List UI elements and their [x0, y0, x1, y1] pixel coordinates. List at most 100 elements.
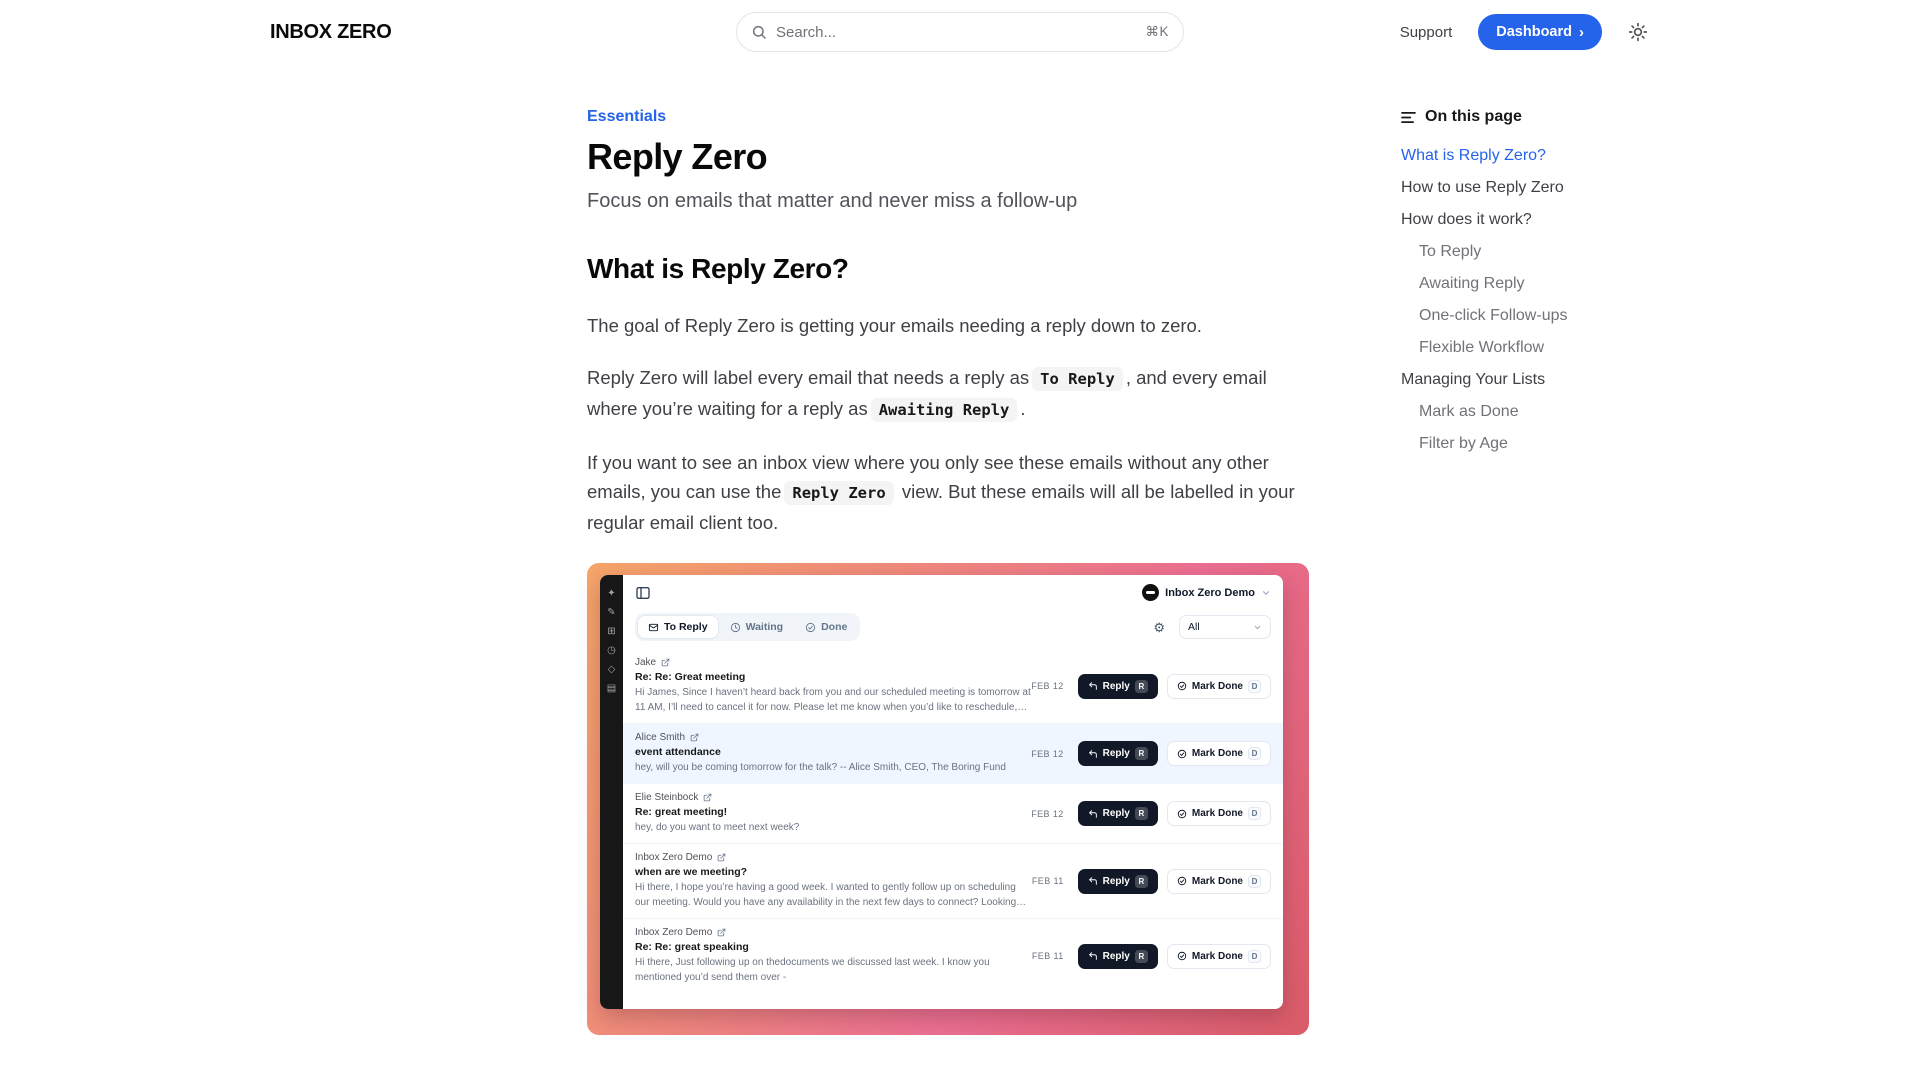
app-window: ✦ ✎ ⊞ ◷ ◇ ▤ — [600, 575, 1283, 1009]
tag-icon[interactable]: ◇ — [608, 665, 616, 675]
account-avatar — [1142, 584, 1159, 601]
email-content: Jake Re: Re: Great meeting Hi James, Sin… — [635, 657, 1031, 715]
toc-header: On this page — [1401, 108, 1691, 126]
external-link-icon[interactable] — [690, 733, 699, 742]
filter-value: All — [1188, 621, 1200, 633]
check-circle-icon — [1177, 951, 1187, 961]
search-input[interactable] — [776, 24, 1136, 41]
email-preview: Hi there, I hope you’re having a good we… — [635, 880, 1032, 910]
toc-item-how-does-it-work[interactable]: How does it work? — [1401, 210, 1691, 229]
reply-arrow-icon — [1088, 876, 1098, 886]
filter-select[interactable]: All — [1179, 615, 1271, 639]
reply-button[interactable]: Reply R — [1078, 741, 1158, 766]
tab-waiting[interactable]: Waiting — [720, 616, 794, 638]
toc-item-filter-by-age[interactable]: Filter by Age — [1401, 434, 1691, 453]
email-actions: FEB 12 Reply R Mark Done — [1031, 801, 1271, 826]
section-heading-what-is: What is Reply Zero? — [587, 253, 1309, 285]
mark-done-label: Mark Done — [1192, 748, 1243, 759]
page-title: Reply Zero — [587, 136, 1309, 178]
logo[interactable]: INBOX ZERO — [270, 21, 391, 44]
inline-code-awaiting-reply: Awaiting Reply — [871, 398, 1018, 422]
mark-done-button[interactable]: Mark Done D — [1167, 674, 1271, 699]
external-link-icon[interactable] — [717, 928, 726, 937]
support-link[interactable]: Support — [1400, 24, 1453, 41]
email-row[interactable]: Inbox Zero Demo when are we meeting? Hi … — [623, 843, 1283, 918]
compose-icon[interactable]: ✎ — [607, 608, 615, 618]
reply-button[interactable]: Reply R — [1078, 944, 1158, 969]
history-icon[interactable]: ◷ — [607, 646, 616, 656]
stats-icon[interactable]: ▤ — [607, 684, 616, 694]
mark-done-button[interactable]: Mark Done D — [1167, 741, 1271, 766]
toc-item-one-click-follow-ups[interactable]: One-click Follow-ups — [1401, 306, 1691, 325]
external-link-icon[interactable] — [661, 658, 670, 667]
app-tab-row: To Reply Waiting Done — [623, 610, 1283, 649]
inline-code-reply-zero: Reply Zero — [784, 481, 893, 505]
tab-to-reply[interactable]: To Reply — [638, 616, 718, 638]
gear-icon[interactable]: ⚙ — [1153, 621, 1165, 634]
text-run: Reply Zero will label every email that n… — [587, 367, 1029, 388]
email-date: FEB 11 — [1032, 876, 1064, 886]
tab-done[interactable]: Done — [795, 616, 857, 638]
theme-toggle-button[interactable] — [1628, 22, 1648, 42]
kbd-r: R — [1135, 680, 1148, 693]
email-row[interactable]: Elie Steinbock Re: great meeting! hey, d… — [623, 783, 1283, 843]
mail-icon — [648, 622, 659, 633]
reply-button[interactable]: Reply R — [1078, 869, 1158, 894]
reply-button[interactable]: Reply R — [1078, 674, 1158, 699]
breadcrumb[interactable]: Essentials — [587, 108, 666, 126]
paragraph-goal: The goal of Reply Zero is getting your e… — [587, 311, 1309, 340]
toc-item-awaiting-reply[interactable]: Awaiting Reply — [1401, 274, 1691, 293]
mark-done-button[interactable]: Mark Done D — [1167, 869, 1271, 894]
email-actions: FEB 11 Reply R Mark Done — [1032, 869, 1271, 894]
search-icon — [751, 24, 767, 40]
mark-done-label: Mark Done — [1192, 951, 1243, 962]
toc-item-to-reply[interactable]: To Reply — [1401, 242, 1691, 261]
app-main: Inbox Zero Demo To Reply — [623, 575, 1283, 1009]
paragraph-labels: Reply Zero will label every email that n… — [587, 363, 1309, 425]
on-this-page: On this page What is Reply Zero? How to … — [1401, 108, 1691, 466]
reply-zero-screenshot: ✦ ✎ ⊞ ◷ ◇ ▤ — [587, 563, 1309, 1035]
mark-done-button[interactable]: Mark Done D — [1167, 801, 1271, 826]
kbd-r: R — [1135, 875, 1148, 888]
account-menu[interactable]: Inbox Zero Demo — [1142, 584, 1271, 601]
email-row[interactable]: Alice Smith event attendance hey, will y… — [623, 723, 1283, 783]
toc-item-how-to-use[interactable]: How to use Reply Zero — [1401, 178, 1691, 197]
email-subject: Re: great meeting! — [635, 806, 1031, 818]
kbd-r: R — [1135, 950, 1148, 963]
reply-label: Reply — [1103, 808, 1130, 819]
email-sender: Alice Smith — [635, 732, 685, 743]
toc-item-what-is-reply-zero[interactable]: What is Reply Zero? — [1401, 146, 1691, 165]
toc-item-flexible-workflow[interactable]: Flexible Workflow — [1401, 338, 1691, 357]
reply-button[interactable]: Reply R — [1078, 801, 1158, 826]
external-link-icon[interactable] — [703, 793, 712, 802]
email-preview: hey, do you want to meet next week? — [635, 820, 1031, 835]
reply-arrow-icon — [1088, 951, 1098, 961]
inbox-icon[interactable]: ⊞ — [607, 627, 615, 637]
toc-item-mark-as-done[interactable]: Mark as Done — [1401, 402, 1691, 421]
email-sender: Inbox Zero Demo — [635, 852, 712, 863]
email-list: Jake Re: Re: Great meeting Hi James, Sin… — [623, 649, 1283, 1009]
email-row[interactable]: Inbox Zero Demo Re: Re: great speaking H… — [623, 918, 1283, 993]
tab-label: To Reply — [664, 621, 708, 633]
toc-item-managing-your-lists[interactable]: Managing Your Lists — [1401, 370, 1691, 389]
external-link-icon[interactable] — [717, 853, 726, 862]
search-shortcut: ⌘K — [1145, 24, 1169, 40]
email-sender: Inbox Zero Demo — [635, 927, 712, 938]
paragraph-inbox-view: If you want to see an inbox view where y… — [587, 448, 1309, 537]
account-name: Inbox Zero Demo — [1165, 587, 1255, 599]
dashboard-button[interactable]: Dashboard › — [1478, 14, 1602, 50]
text-run: . — [1020, 398, 1025, 419]
panel-toggle-icon[interactable] — [635, 585, 651, 601]
kbd-d: D — [1248, 807, 1261, 820]
sparkles-icon[interactable]: ✦ — [607, 589, 615, 599]
kbd-d: D — [1248, 680, 1261, 693]
email-date: FEB 12 — [1031, 809, 1063, 819]
search-bar[interactable]: ⌘K — [736, 12, 1184, 52]
reply-label: Reply — [1103, 876, 1130, 887]
reply-label: Reply — [1103, 681, 1130, 692]
top-navigation: INBOX ZERO ⌘K Support Dashboard › — [0, 0, 1920, 64]
app-sidebar: ✦ ✎ ⊞ ◷ ◇ ▤ — [600, 575, 623, 1009]
mark-done-button[interactable]: Mark Done D — [1167, 944, 1271, 969]
email-row[interactable]: Jake Re: Re: Great meeting Hi James, Sin… — [623, 649, 1283, 723]
kbd-d: D — [1248, 875, 1261, 888]
